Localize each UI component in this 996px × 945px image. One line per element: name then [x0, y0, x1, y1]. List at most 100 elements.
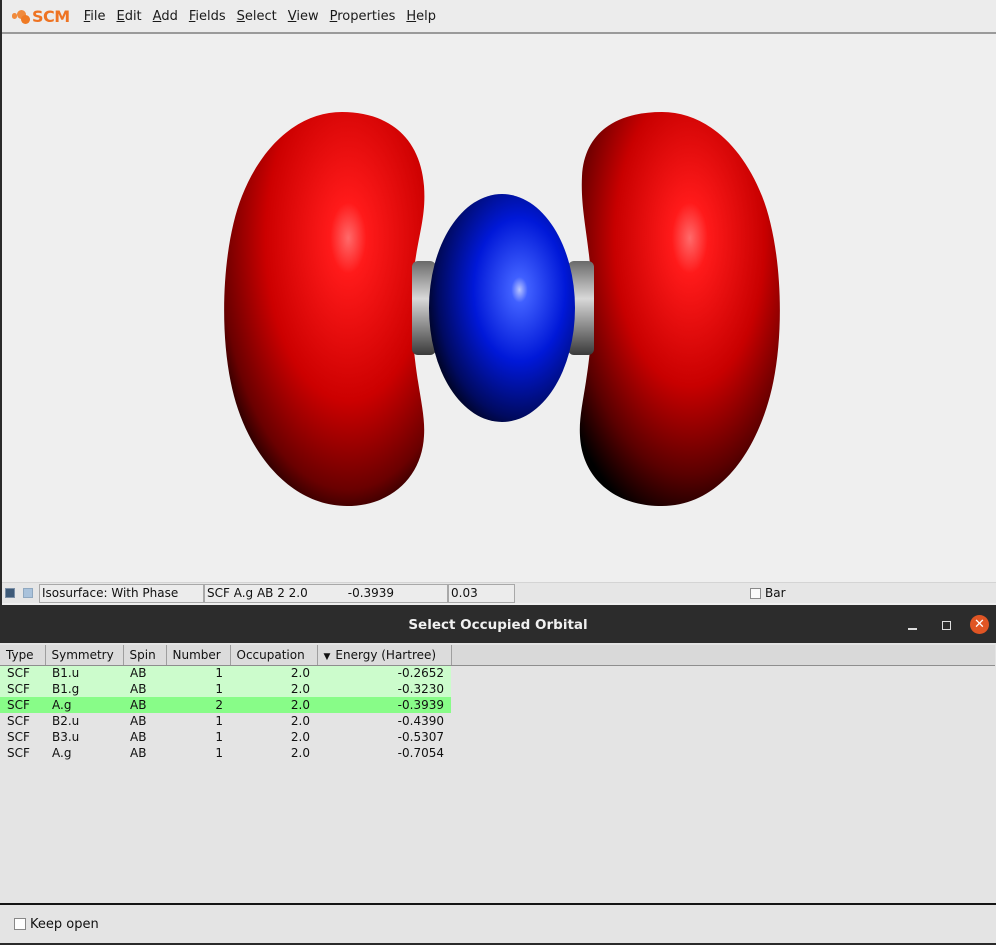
cell-filler [451, 729, 995, 745]
cell-energy: -0.2652 [317, 665, 451, 681]
orbital-table: Type Symmetry Spin Number Occupation ▼ En… [0, 645, 995, 761]
cell-occupation: 2.0 [290, 714, 310, 728]
isovalue-field[interactable]: 0.03 [448, 583, 515, 603]
positive-lobe-right [579, 112, 780, 506]
bar-checkbox[interactable]: Bar [750, 586, 786, 600]
cell-occupation: 2.0 [290, 746, 310, 760]
cell-type: SCF [7, 746, 30, 760]
cell-number: 1 [166, 665, 230, 681]
scm-logo[interactable]: SCM [12, 7, 70, 26]
orbital-table-area: Type Symmetry Spin Number Occupation ▼ En… [0, 645, 996, 903]
menu-fields[interactable]: Fields [189, 9, 226, 24]
column-header-filler [450, 645, 995, 666]
cell-energy: -0.3939 [317, 697, 451, 713]
menu-select[interactable]: Select [237, 9, 277, 24]
cell-spin: AB [123, 697, 166, 713]
table-row[interactable]: SCF B1.u AB 1 2.0 -0.2652 [0, 665, 995, 681]
cell-type: SCF [0, 665, 45, 681]
orbital-energy: -0.3939 [347, 586, 395, 600]
table-row[interactable]: SCF B3.u AB 1 2.0 -0.5307 [0, 729, 995, 745]
isosurface-mode: Isosurface: With Phase [42, 586, 179, 600]
select-orbital-dialog: Select Occupied Orbital ✕ Type Symmetry … [0, 607, 996, 945]
menubar: SCM File Edit Add Fields Select View Pro… [2, 0, 996, 34]
table-row-selected[interactable]: SCF A.g AB 2 2.0 -0.3939 [0, 697, 995, 713]
menu-label: elect [244, 8, 277, 24]
orbital-label: SCF A.g AB 2 2.0 [207, 586, 308, 600]
cell-energy: -0.7054 [397, 746, 444, 760]
keep-open-label: Keep open [30, 916, 99, 932]
cell-number: 1 [215, 730, 223, 744]
maximize-icon [941, 620, 951, 630]
column-header-energy[interactable]: ▼ Energy (Hartree) [317, 645, 452, 666]
statusbar: Isosurface: With Phase SCF A.g AB 2 2.0 … [2, 582, 996, 603]
column-header-number[interactable]: Number [166, 645, 231, 666]
molecule-viewport[interactable] [2, 36, 996, 582]
dialog-footer: Keep open [0, 903, 996, 945]
orbital-scene [224, 112, 780, 506]
bar-label: Bar [765, 586, 786, 600]
color-swatch-dark[interactable] [5, 588, 15, 598]
menu-mnemonic: S [236, 8, 245, 24]
table-row[interactable]: SCF B2.u AB 1 2.0 -0.4390 [0, 713, 995, 729]
cell-symmetry: B3.u [52, 730, 80, 744]
negative-lobe-center [429, 194, 575, 422]
logo-text: SCM [32, 6, 70, 26]
minimize-icon [907, 628, 917, 630]
close-button[interactable]: ✕ [970, 615, 989, 634]
dialog-titlebar[interactable]: Select Occupied Orbital ✕ [0, 607, 996, 643]
cell-energy: -0.3230 [317, 681, 451, 697]
cell-spin: AB [123, 665, 166, 681]
menu-help[interactable]: Help [406, 9, 436, 24]
table-row[interactable]: SCF B1.g AB 1 2.0 -0.3230 [0, 681, 995, 697]
menu-label: ields [195, 8, 226, 24]
table-row[interactable]: SCF A.g AB 1 2.0 -0.7054 [0, 745, 995, 761]
column-header-symmetry[interactable]: Symmetry [45, 645, 124, 666]
table-header: Type Symmetry Spin Number Occupation ▼ En… [0, 645, 995, 666]
cell-energy: -0.4390 [397, 714, 444, 728]
isovalue: 0.03 [451, 586, 478, 600]
sort-descending-icon: ▼ [323, 651, 331, 662]
cell-occupation: 2.0 [230, 697, 317, 713]
cell-number: 1 [215, 746, 223, 760]
cell-symmetry: A.g [45, 697, 123, 713]
maximize-button[interactable] [936, 615, 956, 635]
cell-occupation: 2.0 [290, 730, 310, 744]
menu-properties[interactable]: Properties [330, 9, 396, 24]
menu-label: dit [124, 8, 142, 24]
minimize-button[interactable] [902, 615, 922, 635]
scm-logo-icon [12, 8, 32, 24]
cell-number: 1 [166, 681, 230, 697]
menu-label: iew [296, 8, 319, 24]
menu-edit[interactable]: Edit [116, 9, 141, 24]
cell-spin: AB [123, 681, 166, 697]
menu-view[interactable]: View [288, 9, 319, 24]
menu-label: roperties [337, 8, 396, 24]
menu-mnemonic: E [116, 8, 125, 24]
column-header-occupation[interactable]: Occupation [230, 645, 318, 666]
cell-type: SCF [7, 730, 30, 744]
color-swatch-light[interactable] [23, 588, 33, 598]
cell-occupation: 2.0 [230, 681, 317, 697]
cell-filler [451, 665, 995, 681]
keep-open-checkbox[interactable] [14, 918, 26, 930]
cell-filler [451, 697, 995, 713]
cell-spin: AB [130, 730, 147, 744]
cell-type: SCF [7, 714, 30, 728]
cell-number: 2 [166, 697, 230, 713]
isosurface-mode-field[interactable]: Isosurface: With Phase [39, 583, 204, 603]
cell-symmetry: B2.u [52, 714, 80, 728]
cell-symmetry: A.g [52, 746, 72, 760]
positive-lobe-left [224, 112, 425, 506]
main-window: SCM File Edit Add Fields Select View Pro… [0, 0, 996, 605]
menu-mnemonic: H [406, 8, 417, 24]
column-header-spin[interactable]: Spin [123, 645, 167, 666]
bar-checkbox-box[interactable] [750, 587, 761, 599]
cell-filler [451, 745, 995, 761]
menu-file[interactable]: File [84, 9, 106, 24]
column-header-type[interactable]: Type [0, 645, 46, 666]
orbital-field[interactable]: SCF A.g AB 2 2.0 -0.3939 [204, 583, 448, 603]
menu-add[interactable]: Add [153, 9, 178, 24]
cell-filler [451, 681, 995, 697]
cell-type: SCF [0, 681, 45, 697]
column-header-label: Energy (Hartree) [335, 647, 437, 662]
